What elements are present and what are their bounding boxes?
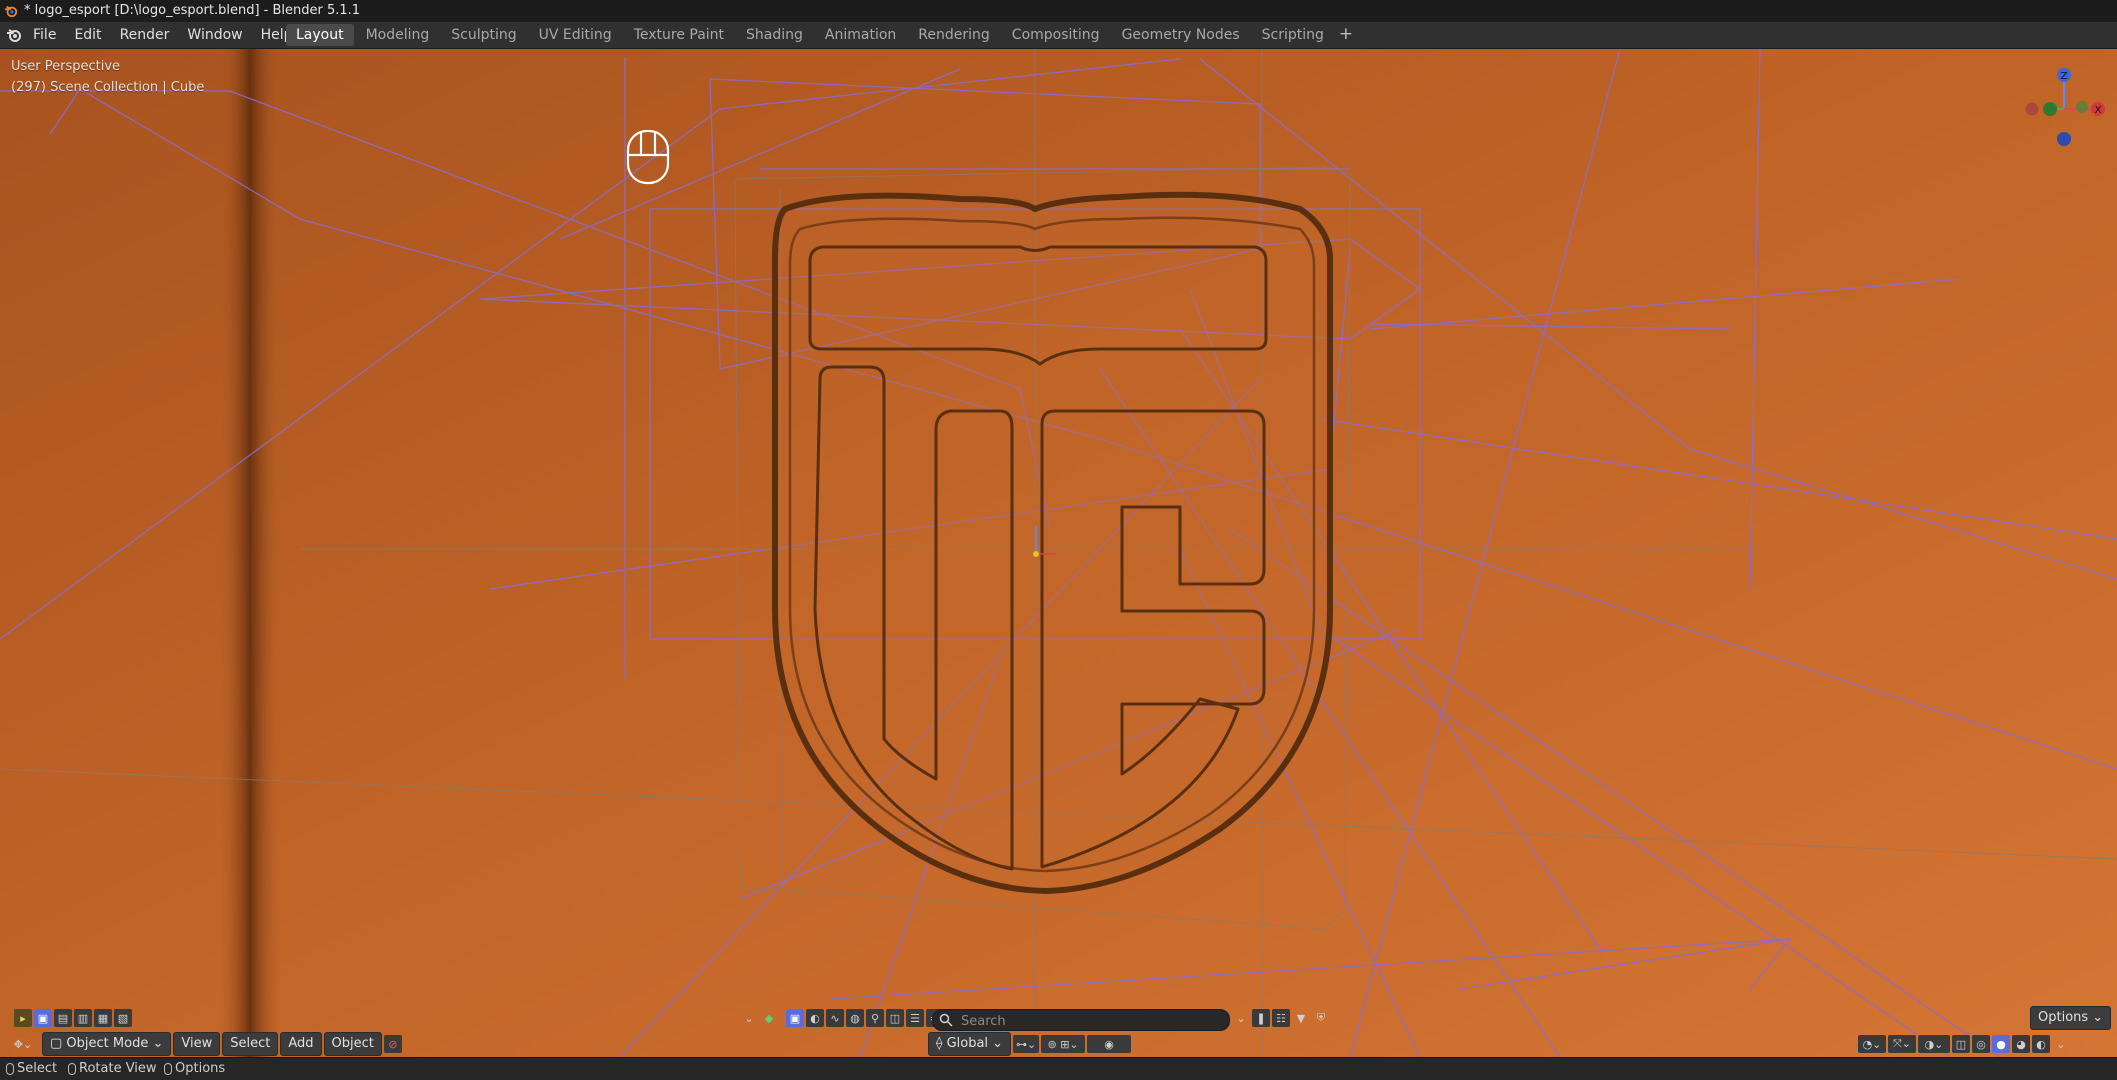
search-field[interactable] (932, 1009, 1230, 1031)
visibility-icon[interactable]: ◔⌄ (1858, 1035, 1886, 1053)
wall-edge-shadow (220, 49, 280, 1057)
window-title: * logo_esport [D:\logo_esport.blend] - B… (24, 3, 361, 18)
tab-rendering[interactable]: Rendering (908, 24, 1000, 46)
select-new-icon[interactable]: ▣ (34, 1009, 52, 1027)
select-menu[interactable]: Select (222, 1032, 279, 1056)
object-type-select-icon[interactable]: ▣ (786, 1009, 804, 1027)
editor-type-icon[interactable]: ✥⌄ (10, 1035, 36, 1053)
gizmo-x-label: X (2095, 105, 2102, 116)
mesh-filter-icon[interactable]: ◐ (806, 1009, 824, 1027)
add-menu[interactable]: Add (280, 1032, 322, 1056)
tab-texture-paint[interactable]: Texture Paint (624, 24, 734, 46)
gizmo-neg-x-axis[interactable] (2025, 102, 2039, 116)
xray-icon[interactable]: ◫ (1952, 1035, 1970, 1053)
tab-layout[interactable]: Layout (286, 24, 354, 46)
menu-window[interactable]: Window (178, 22, 251, 48)
blender-icon (4, 5, 18, 18)
tab-geometry-nodes[interactable]: Geometry Nodes (1112, 24, 1250, 46)
proportional-editing-icon[interactable]: ◉ (1087, 1035, 1132, 1053)
select-box-tools: ▸ ▣ ▤ ▥ ▦ ▧ (14, 1006, 134, 1030)
workspace-tabs: Layout Modeling Sculpting UV Editing Tex… (286, 24, 1356, 46)
middle-mouse-icon (68, 1063, 76, 1075)
collection-info-label: (297) Scene Collection | Cube (11, 80, 205, 95)
solid-shading-icon[interactable]: ● (1992, 1035, 2010, 1053)
shading-options-chevron-down-icon[interactable]: ⌄ (2052, 1035, 2070, 1053)
wireframe-shading-icon[interactable]: ◎ (1972, 1035, 1990, 1053)
tab-animation[interactable]: Animation (815, 24, 906, 46)
3d-viewport[interactable]: User Perspective (297) Scene Collection … (0, 49, 2117, 1057)
tab-sculpting[interactable]: Sculpting (441, 24, 526, 46)
left-mouse-icon (6, 1063, 14, 1075)
add-workspace-button[interactable]: + (1336, 24, 1356, 46)
shield-logo (772, 191, 1333, 894)
status-bar: Select Rotate View Options (0, 1057, 2117, 1080)
options-button[interactable]: Options ⌄ (2030, 1006, 2112, 1030)
filter-icon[interactable]: ▼ (1292, 1009, 1310, 1027)
tab-modeling[interactable]: Modeling (356, 24, 440, 46)
blender-logo-icon[interactable] (6, 27, 22, 43)
select-intersect-icon[interactable]: ▧ (114, 1009, 132, 1027)
paint-mode-icon[interactable]: ⊘ (383, 1035, 402, 1053)
chevron-down-icon[interactable]: ⌄ (1232, 1009, 1250, 1027)
select-extend-icon[interactable]: ▤ (54, 1009, 72, 1027)
menu-file[interactable]: File (24, 22, 65, 48)
gizmo-z-label: Z (2061, 71, 2068, 82)
snap-icon[interactable]: ⊚ ⊞⌄ (1041, 1035, 1086, 1053)
gizmo-y-axis[interactable] (2043, 102, 2057, 116)
gizmo-neg-z-axis[interactable] (2057, 132, 2071, 146)
shield-icon[interactable]: ⛨ (1312, 1009, 1330, 1027)
search-input[interactable] (959, 1011, 1223, 1031)
view-perspective-label: User Perspective (11, 59, 121, 74)
cursor-tool-icon[interactable]: ▸ (14, 1009, 32, 1027)
pivot-point-icon[interactable]: ⊶⌄ (1013, 1035, 1040, 1053)
viewport-scene (0, 49, 2117, 1057)
top-bar: File Edit Render Window Help Layout Mode… (0, 22, 2117, 49)
gizmo-neg-y-axis[interactable] (2076, 101, 2088, 113)
world-filter-icon[interactable]: ◍ (846, 1009, 864, 1027)
title-bar: * logo_esport [D:\logo_esport.blend] - B… (0, 0, 2117, 22)
object-mode-select[interactable]: ▢ Object Mode ⌄ (42, 1032, 172, 1056)
object-menu[interactable]: Object (323, 1032, 382, 1056)
bookmark-icon[interactable]: ❚ (1252, 1009, 1270, 1027)
material-shading-icon[interactable]: ◕ (2012, 1035, 2030, 1053)
transform-header: ⟠ Global ⌄ ⊶⌄ ⊚ ⊞⌄ ◉ (928, 1032, 1133, 1056)
overlay-filter-toolbar: ⌄ ◆ ▣ ◐ ∿ ◍ ⚲ ◫ ☰ ⇌ (740, 1006, 946, 1030)
transform-orientation-select[interactable]: ⟠ Global ⌄ (928, 1032, 1012, 1056)
overlay-menu-icon[interactable]: ◑⌄ (1918, 1035, 1950, 1053)
view-menu[interactable]: View (173, 1032, 221, 1056)
select-invert-icon[interactable]: ▦ (94, 1009, 112, 1027)
chevron-down-icon[interactable]: ⌄ (740, 1009, 758, 1027)
armature-filter-icon[interactable]: ⚲ (866, 1009, 884, 1027)
menu-edit[interactable]: Edit (65, 22, 110, 48)
tab-shading[interactable]: Shading (736, 24, 813, 46)
search-icon (939, 1013, 953, 1027)
gizmo-menu-icon[interactable]: ⤧⌄ (1888, 1035, 1916, 1053)
right-mouse-icon (164, 1063, 172, 1075)
list-view-icon[interactable]: ☷ (1272, 1009, 1290, 1027)
navigation-gizmo[interactable]: Z X (2020, 59, 2108, 149)
main-menu: File Edit Render Window Help (24, 22, 302, 48)
search-right-tools: ⌄ ❚ ☷ ▼ ⛨ (1232, 1006, 1332, 1030)
tab-scripting[interactable]: Scripting (1252, 24, 1334, 46)
light-filter-icon[interactable]: ☰ (906, 1009, 924, 1027)
gizmo-toggle-icon[interactable]: ◆ (760, 1009, 778, 1027)
status-select: Select (6, 1058, 57, 1080)
curve-filter-icon[interactable]: ∿ (826, 1009, 844, 1027)
tab-compositing[interactable]: Compositing (1002, 24, 1110, 46)
rendered-shading-icon[interactable]: ◐ (2032, 1035, 2050, 1053)
tab-uv-editing[interactable]: UV Editing (529, 24, 622, 46)
menu-render[interactable]: Render (111, 22, 179, 48)
viewport-header: ✥⌄ ▢ Object Mode ⌄ View Select Add Objec… (10, 1032, 404, 1056)
status-options: Options (164, 1058, 225, 1080)
shading-header: ◔⌄ ⤧⌄ ◑⌄ ◫ ◎ ● ◕ ◐ ⌄ (1858, 1032, 2072, 1056)
camera-filter-icon[interactable]: ◫ (886, 1009, 904, 1027)
mouse-icon (626, 129, 670, 185)
status-rotate: Rotate View (68, 1058, 157, 1080)
select-subtract-icon[interactable]: ▥ (74, 1009, 92, 1027)
